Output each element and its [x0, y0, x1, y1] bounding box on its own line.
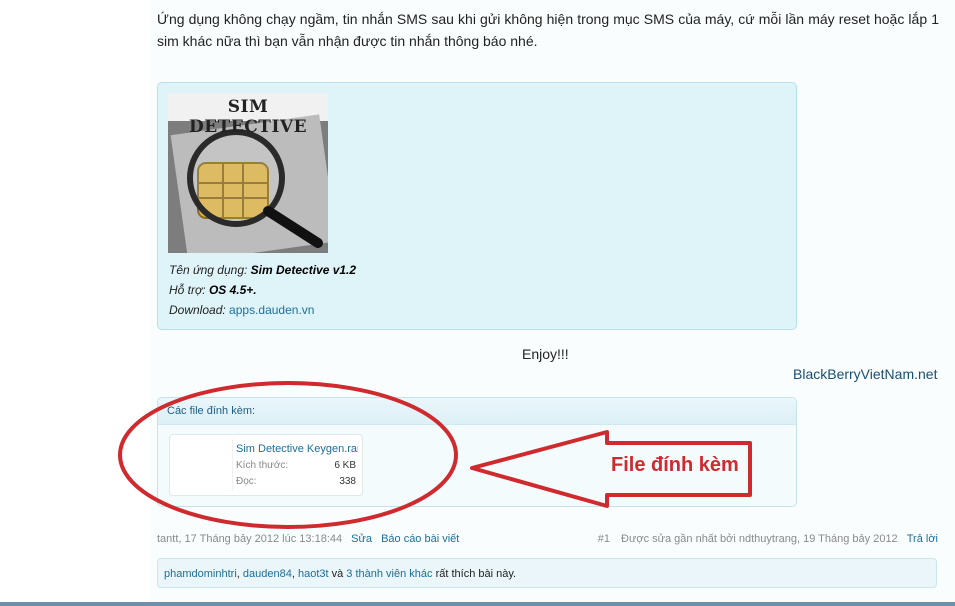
likes-suffix: rất thích bài này. — [432, 568, 517, 580]
app-support-label: Hỗ trợ: — [169, 283, 209, 297]
post-meta-right: #1 Được sửa gần nhất bởi ndthuytrang, 19… — [598, 533, 938, 545]
attachments-header: Các file đính kèm: — [158, 398, 796, 425]
app-download-line: Download: apps.dauden.vn — [169, 303, 314, 317]
file-size-label: Kích thước: — [236, 460, 289, 471]
attachments-box: Các file đính kèm: Sim Detective Keygen.… — [157, 397, 797, 507]
likes-and: và — [328, 568, 347, 580]
like-user-1[interactable]: phamdominhtri — [164, 568, 237, 580]
file-views-label: Đọc: — [236, 476, 257, 487]
file-size-value: 6 KB — [334, 460, 356, 471]
attachment-file-link[interactable]: Sim Detective Keygen.rar — [236, 443, 358, 455]
post-number[interactable]: #1 — [598, 533, 610, 545]
sim-detective-image[interactable]: SIM DETECTIVE — [168, 93, 328, 253]
file-views-row: Đọc: 338 — [236, 476, 356, 487]
like-user-3[interactable]: haot3t — [298, 568, 329, 580]
like-others-link[interactable]: 3 thành viên khác — [346, 568, 432, 580]
file-thumbnail — [174, 439, 233, 491]
app-name-value: Sim Detective v1.2 — [250, 263, 357, 277]
app-name-line: Tên ứng dụng: Sim Detective v1.2 — [169, 263, 356, 277]
app-support-value: OS 4.5+. — [208, 283, 257, 297]
app-support-line: Hỗ trợ: OS 4.5+. — [169, 283, 257, 297]
likes-summary: phamdominhtri, dauden84, haot3t và 3 thà… — [157, 558, 937, 588]
bottom-border-strip — [0, 602, 955, 606]
annotation-label: File đính kèm — [611, 454, 739, 476]
brand-signature: BlackBerryVietNam.net — [793, 366, 938, 382]
reply-link[interactable]: Trả lời — [907, 533, 938, 545]
edited-note: Được sửa gần nhất bởi ndthuytrang, 19 Th… — [621, 533, 898, 545]
app-download-link[interactable]: apps.dauden.vn — [229, 303, 314, 317]
report-link[interactable]: Báo cáo bài viết — [381, 533, 459, 545]
like-user-2[interactable]: dauden84 — [243, 568, 292, 580]
attachments-title: Các file đính kèm: — [167, 405, 256, 417]
app-info-box: SIM DETECTIVE Tên ứng dụng: Sim Detectiv… — [157, 82, 797, 330]
file-views-value: 338 — [339, 476, 356, 487]
post-intro-text: Ứng dụng không chạy ngầm, tin nhắn SMS s… — [157, 11, 939, 49]
app-download-label: Download: — [169, 303, 230, 317]
image-title-text: SIM DETECTIVE — [188, 97, 308, 137]
app-name-label: Tên ứng dụng: — [169, 263, 251, 277]
enjoy-text: Enjoy!!! — [522, 346, 569, 362]
attachment-file-card[interactable]: Sim Detective Keygen.rar Kích thước: 6 K… — [169, 434, 363, 496]
edit-link[interactable]: Sửa — [351, 533, 372, 545]
post-meta: tantt, 17 Tháng bảy 2012 lúc 13:18:44 Sử… — [157, 533, 459, 545]
post-author-date: tantt, 17 Tháng bảy 2012 lúc 13:18:44 — [157, 533, 343, 545]
file-size-row: Kích thước: 6 KB — [236, 460, 356, 471]
likes-text: phamdominhtri, dauden84, haot3t và 3 thà… — [164, 568, 516, 580]
